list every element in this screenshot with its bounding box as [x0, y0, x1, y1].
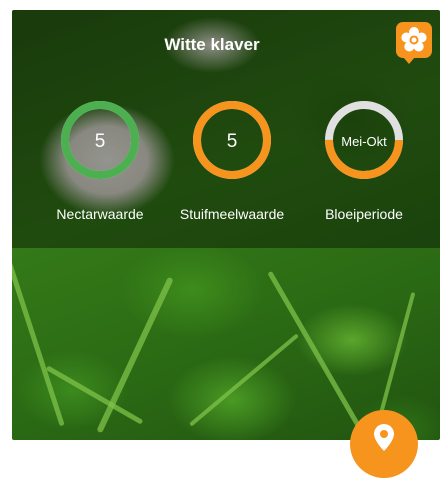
pollen-label: Stuifmeelwaarde — [179, 206, 285, 222]
flower-button[interactable] — [396, 22, 432, 64]
plant-title: Witte klaver — [164, 35, 260, 54]
nectar-value: 5 — [95, 131, 106, 152]
pollen-value: 5 — [227, 131, 238, 152]
location-pin-icon — [374, 424, 394, 451]
nectar-ring: 5 — [61, 101, 139, 179]
nectar-label: Nectarwaarde — [56, 206, 144, 222]
bloom-value: Mei-Okt — [341, 134, 387, 149]
bloom-label: Bloeiperiode — [325, 206, 403, 222]
pollen-ring: 5 — [193, 101, 271, 179]
flower-icon — [401, 27, 427, 52]
location-button[interactable] — [350, 410, 418, 478]
plant-card: Witte klaver 5 Nectarwaarde 5 Stuifmeelw… — [12, 10, 440, 440]
bloom-ring: Mei-Okt — [325, 101, 403, 179]
